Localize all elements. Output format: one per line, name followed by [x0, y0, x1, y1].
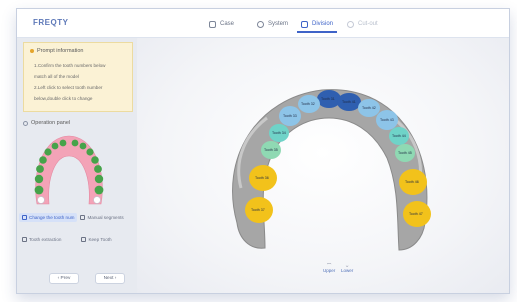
prev-label: Prev [60, 276, 71, 281]
keep-icon [81, 236, 87, 242]
tab-division[interactable]: Division [297, 17, 338, 33]
model-viewport[interactable]: Tooth 31 Tooth 41 Tooth 32 Tooth 42 Toot… [137, 38, 509, 293]
map-tooth-empty[interactable] [93, 196, 101, 204]
map-tooth[interactable] [51, 142, 59, 150]
tooth-extraction-button[interactable]: Tooth extraction [19, 235, 64, 244]
map-tooth-empty[interactable] [37, 196, 45, 204]
map-tooth[interactable] [34, 174, 44, 184]
app-window: FREQTY Case System Division Cut-out Prom… [16, 8, 510, 294]
operation-row-2: Tooth extraction Keep Tooth [19, 233, 137, 245]
tooth-label: Tooth 43 [380, 118, 394, 122]
operation-panel-title: Operation panel [23, 120, 70, 126]
tooth-label: Tooth 45 [398, 151, 412, 155]
manual-segments-label: Manual segments [87, 214, 124, 220]
tooth-label: Tooth 36 [255, 176, 269, 180]
map-tooth[interactable] [44, 148, 52, 156]
map-tooth[interactable] [79, 142, 87, 150]
keep-tooth-label: Keep Tooth [88, 236, 112, 242]
tab-division-label: Division [312, 21, 334, 27]
extraction-icon [22, 236, 27, 242]
map-tooth[interactable] [86, 148, 94, 156]
tab-system-label: System [268, 21, 289, 27]
tooth-number-map[interactable] [27, 130, 111, 208]
lower-jaw-label: Lower [341, 268, 354, 273]
tab-case-label: Case [220, 21, 235, 27]
map-tooth[interactable] [71, 139, 79, 147]
prompt-line: match all of the model [34, 74, 79, 79]
prev-button[interactable]: ‹ Prev [49, 273, 79, 284]
tab-cutout[interactable]: Cut-out [343, 17, 382, 31]
next-button[interactable]: Next › [95, 273, 125, 284]
tooth-label: Tooth 33 [283, 114, 297, 118]
tooth-label: Tooth 37 [251, 208, 265, 212]
tooth-extraction-label: Tooth extraction [29, 236, 62, 242]
map-tooth[interactable] [59, 139, 67, 147]
lower-jaw-button[interactable]: ⌣ Lower [341, 263, 353, 273]
division-icon [301, 20, 308, 28]
change-tooth-number-button[interactable]: Change the tooth num [19, 212, 78, 222]
tab-cutout-label: Cut-out [358, 21, 378, 27]
info-icon [30, 49, 34, 53]
jaw-model-3d[interactable]: Tooth 31 Tooth 41 Tooth 32 Tooth 42 Toot… [137, 38, 509, 293]
tooth-label: Tooth 46 [405, 180, 419, 184]
upper-jaw-button[interactable]: ⌒ Upper [323, 263, 335, 273]
prompt-title: Prompt information [30, 48, 83, 54]
tab-system[interactable]: System [253, 17, 292, 31]
tab-case[interactable]: Case [205, 17, 238, 31]
edit-icon [22, 214, 27, 220]
chevron-right-icon: › [113, 276, 117, 281]
scissors-icon [80, 214, 86, 220]
tooth-label: Tooth 32 [301, 102, 315, 106]
operation-title-text: Operation panel [31, 120, 71, 126]
map-tooth[interactable] [94, 174, 104, 184]
prompt-line: 2.Left click to select tooth number [34, 85, 103, 90]
operation-row-1: Change the tooth num Manual segments [19, 211, 137, 223]
tooth-label: Tooth 35 [264, 148, 278, 152]
tooth-label: Tooth 47 [409, 212, 423, 216]
prompt-line: 1.Confirm the tooth numbers below [34, 63, 106, 68]
app-logo: FREQTY [33, 18, 69, 27]
top-bar: FREQTY Case System Division Cut-out [17, 9, 509, 38]
map-tooth[interactable] [34, 185, 44, 195]
tooth-label: Tooth 44 [392, 134, 406, 138]
change-tooth-number-label: Change the tooth num [29, 214, 75, 220]
cutout-icon [347, 20, 354, 28]
next-label: Next [103, 276, 114, 281]
prompt-panel: Prompt information 1.Confirm the tooth n… [23, 42, 133, 112]
map-tooth[interactable] [94, 165, 102, 173]
sidebar: Prompt information 1.Confirm the tooth n… [17, 38, 137, 293]
map-tooth[interactable] [39, 156, 47, 164]
case-icon [209, 20, 216, 28]
manual-segments-button[interactable]: Manual segments [77, 213, 126, 222]
panel-icon [23, 120, 28, 126]
map-tooth[interactable] [91, 156, 99, 164]
tooth-label: Tooth 41 [342, 100, 356, 104]
tooth-label: Tooth 42 [362, 106, 376, 110]
prompt-line: below,double click to change [34, 96, 93, 101]
tooth-label: Tooth 34 [272, 131, 286, 135]
map-tooth[interactable] [94, 185, 104, 195]
tooth-label: Tooth 31 [321, 97, 335, 101]
keep-tooth-button[interactable]: Keep Tooth [78, 235, 114, 244]
gear-icon [257, 20, 264, 28]
prompt-title-text: Prompt information [37, 48, 84, 54]
map-tooth[interactable] [36, 165, 44, 173]
upper-jaw-label: Upper [323, 268, 336, 273]
map-gum [35, 135, 103, 205]
